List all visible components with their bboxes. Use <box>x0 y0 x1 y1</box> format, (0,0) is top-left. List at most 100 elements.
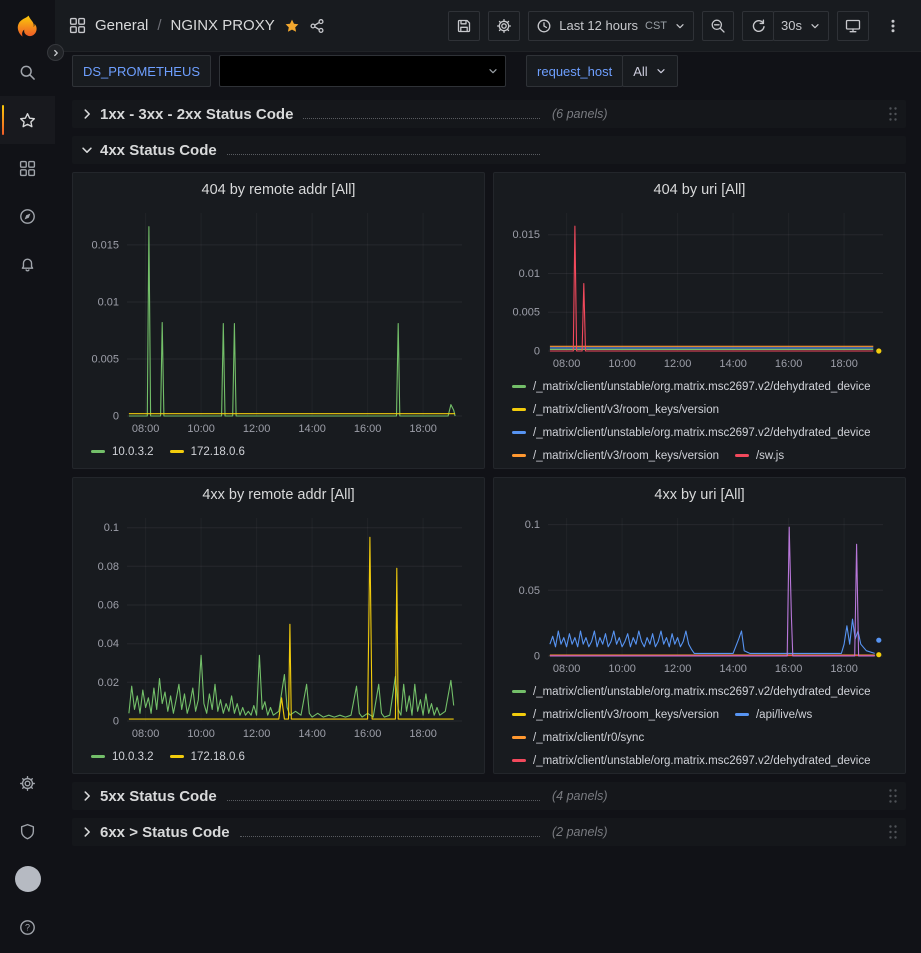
monitor-icon <box>845 18 861 34</box>
sidebar-top-nav <box>0 48 55 288</box>
gear-icon <box>19 775 36 792</box>
svg-text:12:00: 12:00 <box>664 663 692 675</box>
request-host-label-button[interactable]: request_host <box>526 55 623 87</box>
chart-legend: 10.0.3.2 172.18.0.6 <box>83 438 474 468</box>
series-swatch-icon <box>91 755 105 758</box>
time-range-label: Last 12 hours <box>559 18 638 33</box>
svg-text:08:00: 08:00 <box>132 728 160 740</box>
grafana-logo[interactable] <box>0 8 55 48</box>
sidebar-item-help[interactable]: ? <box>0 903 55 951</box>
chevron-right-icon <box>80 107 94 121</box>
request-host-value-dropdown[interactable]: All <box>622 55 677 87</box>
svg-text:0.05: 0.05 <box>519 585 540 597</box>
series-name: /_matrix/client/v3/room_keys/version <box>533 450 719 462</box>
sidebar-item-alerting[interactable] <box>0 240 55 288</box>
legend-item[interactable]: /_matrix/client/unstable/org.matrix.msc2… <box>512 681 871 702</box>
legend-item[interactable]: /api/live/ws <box>735 704 812 725</box>
legend-item[interactable]: /_matrix/client/v3/room_keys/version <box>512 399 719 420</box>
timeseries-chart[interactable]: 00.0050.010.01508:0010:0012:0014:0016:00… <box>504 203 895 373</box>
chevron-down-icon <box>80 143 94 157</box>
svg-text:10:00: 10:00 <box>608 663 636 675</box>
save-dashboard-button[interactable] <box>448 11 480 41</box>
row-title: 6xx > Status Code <box>100 824 230 841</box>
chevron-down-icon <box>655 65 667 77</box>
svg-text:14:00: 14:00 <box>298 728 326 740</box>
row-1xx-3xx-2xx-status-code[interactable]: 1xx - 3xx - 2xx Status Code (6 panels) <box>72 100 906 128</box>
sidebar-item-explore[interactable] <box>0 192 55 240</box>
svg-text:0: 0 <box>534 346 540 358</box>
series-swatch-icon <box>512 385 526 388</box>
legend-item[interactable]: /_matrix/client/v3/room_keys/version <box>512 704 719 725</box>
svg-text:16:00: 16:00 <box>775 663 803 675</box>
series-name: 172.18.0.6 <box>191 751 245 763</box>
drag-handle-icon[interactable] <box>888 824 898 840</box>
timeseries-chart[interactable]: 00.020.040.060.080.108:0010:0012:0014:00… <box>83 508 474 743</box>
gear-icon <box>496 18 512 34</box>
sidebar-expand-button[interactable] <box>47 44 64 61</box>
panel-title[interactable]: 4xx by uri [All] <box>504 482 895 508</box>
dashboard-settings-button[interactable] <box>488 11 520 41</box>
zoom-out-button[interactable] <box>702 11 734 41</box>
timeseries-chart[interactable]: 00.050.108:0010:0012:0014:0016:0018:00 <box>504 508 895 678</box>
sidebar-item-settings[interactable] <box>0 759 55 807</box>
chart-legend: 10.0.3.2 172.18.0.6 <box>83 743 474 773</box>
legend-item[interactable]: 172.18.0.6 <box>170 441 245 462</box>
series-name: 172.18.0.6 <box>191 446 245 458</box>
legend-item[interactable]: /_matrix/client/unstable/org.matrix.msc2… <box>512 422 871 443</box>
series-name: 10.0.3.2 <box>112 446 154 458</box>
dotted-leader <box>303 109 540 119</box>
chevron-down-icon <box>674 20 686 32</box>
zoom-out-icon <box>710 18 726 34</box>
row-5xx-status-code[interactable]: 5xx Status Code (4 panels) <box>72 782 906 810</box>
panel-title[interactable]: 4xx by remote addr [All] <box>83 482 474 508</box>
row-title: 5xx Status Code <box>100 788 217 805</box>
series-name: /sw.js <box>756 450 784 462</box>
panel-title[interactable]: 404 by remote addr [All] <box>83 177 474 203</box>
breadcrumb-folder[interactable]: General <box>95 17 148 34</box>
timezone-label: CST <box>645 20 667 32</box>
svg-text:14:00: 14:00 <box>719 663 747 675</box>
svg-text:18:00: 18:00 <box>830 358 858 370</box>
series-swatch-icon <box>512 408 526 411</box>
svg-text:08:00: 08:00 <box>132 423 160 435</box>
favorite-star-icon[interactable] <box>284 18 300 34</box>
svg-text:0.02: 0.02 <box>98 677 119 689</box>
svg-text:10:00: 10:00 <box>608 358 636 370</box>
legend-item[interactable]: /sw.js <box>735 445 784 466</box>
row-6xx-status-code[interactable]: 6xx > Status Code (2 panels) <box>72 818 906 846</box>
drag-handle-icon[interactable] <box>888 106 898 122</box>
sidebar-item-starred[interactable] <box>0 96 55 144</box>
legend-item[interactable]: /_matrix/client/r0/sync <box>512 727 644 748</box>
datasource-variable-button[interactable]: DS_PROMETHEUS <box>72 55 211 87</box>
svg-text:08:00: 08:00 <box>553 358 581 370</box>
series-swatch-icon <box>91 450 105 453</box>
dashboard-title[interactable]: NGINX PROXY <box>171 17 275 34</box>
svg-text:0.01: 0.01 <box>98 297 119 309</box>
drag-handle-icon[interactable] <box>888 788 898 804</box>
panel-404-by-remote-addr: 404 by remote addr [All] 00.0050.010.015… <box>72 172 485 469</box>
sidebar-item-profile[interactable] <box>0 855 55 903</box>
legend-item[interactable]: /_matrix/client/v3/room_keys/version <box>512 445 719 466</box>
time-range-picker[interactable]: Last 12 hours CST <box>528 11 694 41</box>
legend-item[interactable]: 10.0.3.2 <box>91 441 154 462</box>
sidebar-item-server-admin[interactable] <box>0 807 55 855</box>
kebab-menu-button[interactable] <box>877 11 909 41</box>
svg-text:0.08: 0.08 <box>98 561 119 573</box>
legend-item[interactable]: /_matrix/client/unstable/org.matrix.msc2… <box>512 376 871 397</box>
refresh-interval-dropdown[interactable]: 30s <box>773 11 829 41</box>
svg-text:18:00: 18:00 <box>830 663 858 675</box>
panel-title[interactable]: 404 by uri [All] <box>504 177 895 203</box>
sidebar-item-dashboards[interactable] <box>0 144 55 192</box>
timeseries-chart[interactable]: 00.0050.010.01508:0010:0012:0014:0016:00… <box>83 203 474 438</box>
legend-item[interactable]: 10.0.3.2 <box>91 746 154 767</box>
apps-grid-icon[interactable] <box>69 17 86 34</box>
legend-item[interactable]: 172.18.0.6 <box>170 746 245 767</box>
refresh-button[interactable] <box>742 11 774 41</box>
tv-mode-button[interactable] <box>837 11 869 41</box>
user-avatar <box>15 866 41 892</box>
host-variable-select[interactable] <box>219 55 506 87</box>
legend-item[interactable]: /_matrix/client/unstable/org.matrix.msc2… <box>512 750 871 771</box>
share-icon[interactable] <box>309 18 325 34</box>
row-4xx-status-code[interactable]: 4xx Status Code <box>72 136 906 164</box>
dotted-leader <box>227 791 540 801</box>
